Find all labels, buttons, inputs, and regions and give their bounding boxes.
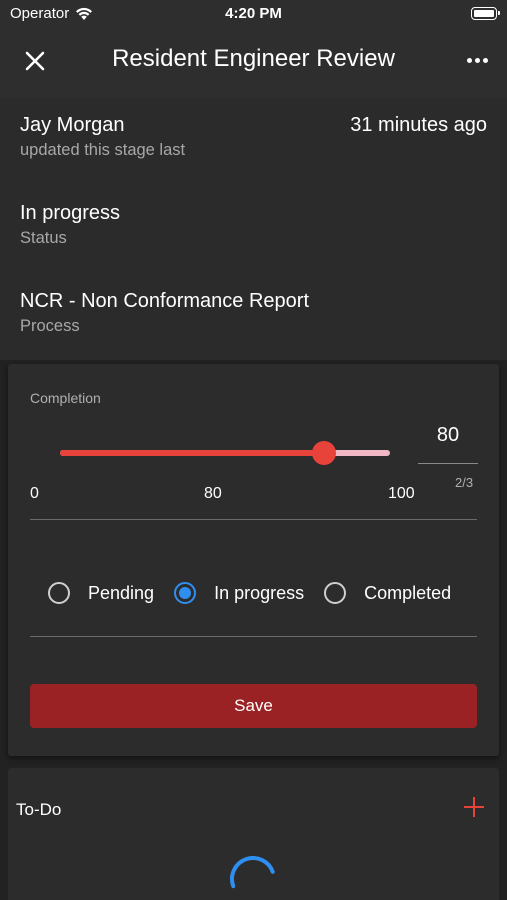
page-title: Resident Engineer Review bbox=[112, 45, 395, 72]
char-counter: 2/3 bbox=[455, 475, 474, 490]
slider-max-label: 100 bbox=[388, 485, 415, 502]
radio-button[interactable] bbox=[324, 582, 347, 604]
slider-thumb[interactable] bbox=[312, 441, 336, 465]
updated-row: Jay Morgan updated this stage last 31 mi… bbox=[20, 114, 487, 160]
status-row: In progress Status bbox=[20, 202, 487, 248]
status-value: In progress bbox=[20, 202, 121, 224]
slider-value-label: 80 bbox=[204, 485, 222, 502]
radio-label: Completed bbox=[364, 582, 452, 603]
slider-fill bbox=[60, 450, 324, 456]
status-bar: Operator 4:20 PM bbox=[0, 0, 507, 28]
close-icon[interactable] bbox=[20, 46, 50, 76]
todo-title: To-Do bbox=[16, 800, 62, 819]
status-radio-group: Pending In progress Completed bbox=[48, 582, 471, 604]
radio-label: Pending bbox=[88, 582, 155, 603]
radio-completed[interactable]: Completed bbox=[324, 582, 451, 604]
radio-button[interactable] bbox=[174, 582, 197, 604]
radio-in-progress[interactable]: In progress bbox=[174, 582, 304, 604]
radio-pending[interactable]: Pending bbox=[48, 582, 154, 604]
slider-min-label: 0 bbox=[30, 485, 39, 502]
nav-bar: Resident Engineer Review bbox=[0, 28, 507, 98]
completion-value-input[interactable]: 80 bbox=[418, 422, 478, 464]
status-time: 4:20 PM bbox=[225, 5, 282, 22]
process-row: NCR - Non Conformance Report Process bbox=[20, 290, 487, 336]
more-dot bbox=[474, 57, 480, 63]
save-button[interactable]: Save bbox=[30, 684, 477, 728]
completion-card: Completion 0 80 100 80 2/3 Pending In pr… bbox=[8, 364, 499, 756]
more-icon[interactable] bbox=[465, 48, 489, 72]
more-dot bbox=[482, 57, 488, 63]
process-value: NCR - Non Conformance Report bbox=[20, 290, 309, 312]
spinner-icon bbox=[230, 856, 275, 889]
radio-button[interactable] bbox=[48, 582, 70, 604]
divider bbox=[30, 519, 477, 520]
more-dot bbox=[466, 57, 472, 63]
completion-label: Completion bbox=[30, 390, 101, 406]
todo-card: To-Do bbox=[8, 768, 499, 900]
process-label: Process bbox=[20, 317, 80, 335]
plus-icon[interactable] bbox=[463, 796, 485, 818]
updated-time: 31 minutes ago bbox=[350, 114, 487, 136]
app-screen: Operator 4:20 PM Resident Engineer Revie… bbox=[0, 0, 507, 900]
radio-label: In progress bbox=[214, 582, 305, 603]
battery-icon bbox=[471, 7, 500, 20]
updated-sub: updated this stage last bbox=[20, 141, 186, 159]
stage-info: Jay Morgan updated this stage last 31 mi… bbox=[0, 98, 507, 360]
status-label: Status bbox=[20, 229, 67, 247]
divider bbox=[30, 636, 477, 637]
completion-slider[interactable] bbox=[60, 441, 390, 465]
